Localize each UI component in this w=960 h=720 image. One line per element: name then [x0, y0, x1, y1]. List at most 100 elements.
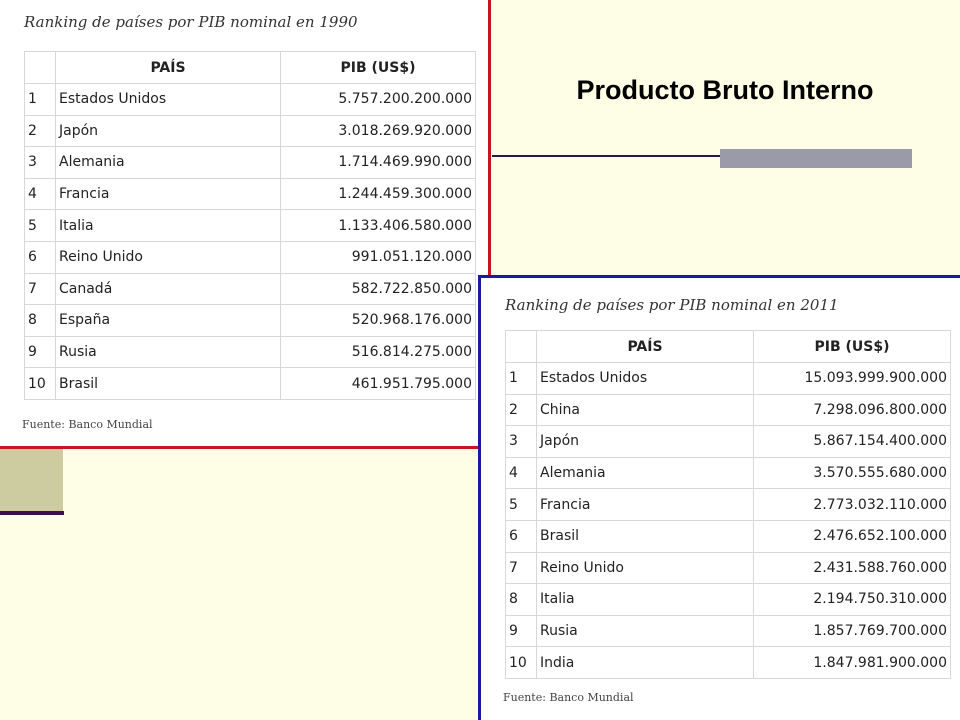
table-header-row: PAÍS PIB (US$) — [24, 51, 476, 84]
table-title-2011: Ranking de países por PIB nominal en 201… — [505, 296, 839, 314]
column-header-gdp: PIB (US$) — [753, 330, 951, 363]
rank-cell: 2 — [24, 114, 56, 148]
column-header-country: PAÍS — [55, 51, 281, 84]
title-accent-bar — [720, 149, 912, 168]
gdp-cell: 516.814.275.000 — [280, 335, 476, 369]
rank-cell: 8 — [24, 304, 56, 337]
table-row: 8 España 520.968.176.000 — [24, 304, 476, 337]
gdp-cell: 2.476.652.100.000 — [753, 519, 951, 553]
gdp-cell: 15.093.999.900.000 — [753, 362, 951, 395]
table-row: 5 Francia 2.773.032.110.000 — [505, 488, 951, 521]
table-header-row: PAÍS PIB (US$) — [505, 330, 951, 363]
gdp-cell: 5.867.154.400.000 — [753, 425, 951, 458]
country-cell: Francia — [55, 177, 281, 211]
rank-cell: 4 — [505, 456, 537, 490]
gdp-cell: 3.018.269.920.000 — [280, 114, 476, 148]
country-cell: China — [536, 393, 754, 427]
gdp-cell: 1.244.459.300.000 — [280, 177, 476, 211]
gdp-cell: 2.194.750.310.000 — [753, 583, 951, 616]
rank-cell: 8 — [505, 583, 537, 616]
rank-cell: 3 — [505, 425, 537, 458]
column-header-rank — [505, 330, 537, 363]
country-cell: Brasil — [55, 367, 281, 400]
gdp-cell: 2.431.588.760.000 — [753, 551, 951, 585]
country-cell: Rusia — [55, 335, 281, 369]
gdp-cell: 582.722.850.000 — [280, 272, 476, 306]
country-cell: Alemania — [536, 456, 754, 490]
table-row: 3 Alemania 1.714.469.990.000 — [24, 146, 476, 179]
gdp-cell: 520.968.176.000 — [280, 304, 476, 337]
gdp-cell: 1.133.406.580.000 — [280, 209, 476, 242]
ranking-table-2011: PAÍS PIB (US$) 1 Estados Unidos 15.093.999… — [505, 330, 951, 679]
country-cell: España — [55, 304, 281, 337]
country-cell: Francia — [536, 488, 754, 521]
rank-cell: 10 — [505, 646, 537, 679]
rank-cell: 5 — [24, 209, 56, 242]
table-row: 4 Alemania 3.570.555.680.000 — [505, 456, 951, 490]
table-row: 9 Rusia 1.857.769.700.000 — [505, 614, 951, 648]
table-row: 2 China 7.298.096.800.000 — [505, 393, 951, 427]
column-header-gdp: PIB (US$) — [280, 51, 476, 84]
gdp-cell: 2.773.032.110.000 — [753, 488, 951, 521]
table-title-1990: Ranking de países por PIB nominal en 199… — [24, 13, 358, 31]
rank-cell: 9 — [24, 335, 56, 369]
rank-cell: 1 — [24, 83, 56, 116]
country-cell: Brasil — [536, 519, 754, 553]
country-cell: Estados Unidos — [55, 83, 281, 116]
table-row: 1 Estados Unidos 15.093.999.900.000 — [505, 362, 951, 395]
accent-square — [0, 449, 63, 511]
rank-cell: 6 — [24, 240, 56, 274]
table-panel-2011: Ranking de países por PIB nominal en 201… — [478, 275, 960, 720]
column-header-rank — [24, 51, 56, 84]
table-row: 10 India 1.847.981.900.000 — [505, 646, 951, 679]
table-row: 9 Rusia 516.814.275.000 — [24, 335, 476, 369]
country-cell: Reino Unido — [55, 240, 281, 274]
gdp-cell: 1.857.769.700.000 — [753, 614, 951, 648]
country-cell: Italia — [55, 209, 281, 242]
gdp-cell: 991.051.120.000 — [280, 240, 476, 274]
gdp-cell: 1.714.469.990.000 — [280, 146, 476, 179]
rank-cell: 6 — [505, 519, 537, 553]
column-header-country: PAÍS — [536, 330, 754, 363]
country-cell: Alemania — [55, 146, 281, 179]
country-cell: Japón — [536, 425, 754, 458]
gdp-cell: 1.847.981.900.000 — [753, 646, 951, 679]
rank-cell: 5 — [505, 488, 537, 521]
rank-cell: 7 — [505, 551, 537, 585]
table-row: 6 Brasil 2.476.652.100.000 — [505, 519, 951, 553]
gdp-cell: 461.951.795.000 — [280, 367, 476, 400]
table-row: 8 Italia 2.194.750.310.000 — [505, 583, 951, 616]
slide-title: Producto Bruto Interno — [576, 75, 874, 105]
rank-cell: 10 — [24, 367, 56, 400]
country-cell: Japón — [55, 114, 281, 148]
table-row: 5 Italia 1.133.406.580.000 — [24, 209, 476, 242]
table-panel-1990: Ranking de países por PIB nominal en 199… — [0, 0, 491, 449]
rank-cell: 3 — [24, 146, 56, 179]
rank-cell: 4 — [24, 177, 56, 211]
accent-line — [0, 511, 64, 515]
table-row: 4 Francia 1.244.459.300.000 — [24, 177, 476, 211]
country-cell: Canadá — [55, 272, 281, 306]
rank-cell: 1 — [505, 362, 537, 395]
country-cell: Reino Unido — [536, 551, 754, 585]
country-cell: Estados Unidos — [536, 362, 754, 395]
table-row: 7 Reino Unido 2.431.588.760.000 — [505, 551, 951, 585]
table-row: 10 Brasil 461.951.795.000 — [24, 367, 476, 400]
country-cell: India — [536, 646, 754, 679]
table-row: 6 Reino Unido 991.051.120.000 — [24, 240, 476, 274]
rank-cell: 9 — [505, 614, 537, 648]
rank-cell: 7 — [24, 272, 56, 306]
country-cell: Italia — [536, 583, 754, 616]
ranking-table-1990: PAÍS PIB (US$) 1 Estados Unidos 5.757.200.… — [24, 51, 476, 400]
table-row: 3 Japón 5.867.154.400.000 — [505, 425, 951, 458]
source-note-1990: Fuente: Banco Mundial — [22, 418, 153, 431]
country-cell: Rusia — [536, 614, 754, 648]
rank-cell: 2 — [505, 393, 537, 427]
table-row: 7 Canadá 582.722.850.000 — [24, 272, 476, 306]
source-note-2011: Fuente: Banco Mundial — [503, 691, 634, 704]
gdp-cell: 7.298.096.800.000 — [753, 393, 951, 427]
table-row: 2 Japón 3.018.269.920.000 — [24, 114, 476, 148]
table-row: 1 Estados Unidos 5.757.200.200.000 — [24, 83, 476, 116]
gdp-cell: 3.570.555.680.000 — [753, 456, 951, 490]
gdp-cell: 5.757.200.200.000 — [280, 83, 476, 116]
